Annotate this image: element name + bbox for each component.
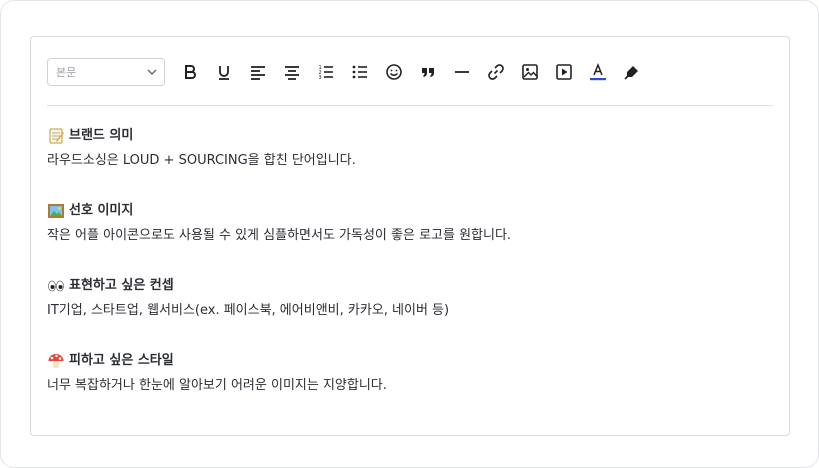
link-icon [488,64,504,80]
framed-picture-icon [47,202,65,220]
section-heading: 피하고 싶은 스타일 [47,348,773,373]
toolbar-divider [47,105,773,106]
section-body: IT기업, 스타트업, 웹서비스(ex. 페이스북, 에어비앤비, 카카오, 네… [47,303,450,318]
image-icon [522,64,538,80]
editor-toolbar: 본문 123 [47,57,773,87]
emoji-button[interactable] [377,57,411,87]
text-color-icon [590,63,606,81]
section-heading: 브랜드 의미 [47,123,773,148]
video-button[interactable] [547,57,581,87]
smiley-icon [386,64,402,80]
section-body: 라우드소싱은 LOUD + SOURCING을 합친 단어입니다. [47,153,356,168]
section-heading-text: 브랜드 의미 [69,128,134,143]
horizontal-rule-button[interactable] [445,57,479,87]
bullet-list-button[interactable] [343,57,377,87]
highlighter-icon [624,66,638,80]
section-heading-text: 선호 이미지 [69,203,134,218]
section-heading: 표현하고 싶은 컨셉 [47,273,773,298]
quote-icon [422,68,434,77]
editor-content[interactable]: 브랜드 의미 라우드소싱은 LOUD + SOURCING을 합친 단어입니다.… [47,123,773,398]
section-heading-text: 표현하고 싶은 컨셉 [69,278,174,293]
align-left-icon [251,66,265,80]
eyes-icon [47,277,65,295]
bullet-list-icon [352,65,367,79]
section-body: 작은 어플 아이콘으로도 사용될 수 있게 심플하면서도 가독성이 좋은 로고를… [47,228,512,243]
ordered-list-icon: 123 [319,65,333,81]
section-body: 너무 복잡하거나 한눈에 알아보기 어려운 이미지는 지양합니다. [47,378,387,393]
section-heading: 선호 이미지 [47,198,773,223]
quote-button[interactable] [411,57,445,87]
page-card: 본문 123 브랜드 의미 라우드소싱은 LOUD + SOURCING을 합친… [0,0,819,468]
memo-icon [47,127,65,145]
highlight-button[interactable] [615,57,649,87]
horizontal-line-icon [455,71,469,73]
image-button[interactable] [513,57,547,87]
mushroom-icon [47,352,65,370]
svg-text:3: 3 [319,75,322,81]
paragraph-style-value: 본문 [56,66,77,79]
underline-icon [219,66,229,80]
section-heading-text: 피하고 싶은 스타일 [69,353,174,368]
bold-icon [185,65,196,79]
align-center-icon [285,66,299,80]
rich-text-editor[interactable]: 본문 123 브랜드 의미 라우드소싱은 LOUD + SOURCING을 합친… [30,36,790,436]
chevron-down-icon [147,69,157,75]
align-center-button[interactable] [275,57,309,87]
underline-button[interactable] [207,57,241,87]
video-play-icon [556,64,572,80]
text-color-button[interactable] [581,57,615,87]
align-left-button[interactable] [241,57,275,87]
paragraph-style-select[interactable]: 본문 [47,58,165,86]
ordered-list-button[interactable]: 123 [309,57,343,87]
link-button[interactable] [479,57,513,87]
bold-button[interactable] [173,57,207,87]
